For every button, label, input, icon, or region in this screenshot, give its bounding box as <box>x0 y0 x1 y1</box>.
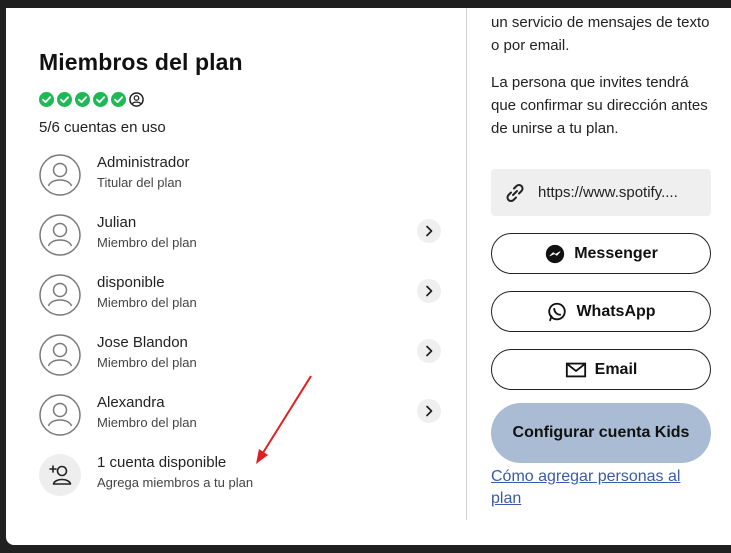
invite-section: un servicio de mensajes de texto o por e… <box>491 8 716 545</box>
email-label: Email <box>594 360 638 378</box>
members-section: Miembros del plan 5/6 cuentas en uso Adm… <box>6 8 466 545</box>
link-icon <box>506 183 524 203</box>
whatsapp-icon <box>548 302 567 321</box>
messenger-label: Messenger <box>574 244 658 262</box>
configure-kids-account-button[interactable]: Configurar cuenta Kids <box>491 403 711 463</box>
how-to-add-people-link[interactable]: Cómo agregar personas al plan <box>491 466 711 510</box>
invite-link-box[interactable]: https://www.spotify.... <box>491 169 711 216</box>
invite-confirmation-note: La persona que invites tendrá que confir… <box>491 74 708 137</box>
section-divider <box>466 8 467 520</box>
share-whatsapp-button[interactable]: WhatsApp <box>491 291 711 332</box>
share-email-button[interactable]: Email <box>491 349 711 390</box>
email-icon <box>565 362 586 377</box>
messenger-icon <box>546 244 565 263</box>
annotation-arrow <box>256 375 312 464</box>
invite-description: un servicio de mensajes de texto o por e… <box>491 14 710 54</box>
top-bar <box>0 0 731 8</box>
whatsapp-label: WhatsApp <box>576 302 656 320</box>
plan-members-dialog: Miembros del plan 5/6 cuentas en uso Adm… <box>6 8 731 545</box>
invite-link-text: https://www.spotify.... <box>538 184 678 201</box>
share-messenger-button[interactable]: Messenger <box>491 233 711 274</box>
